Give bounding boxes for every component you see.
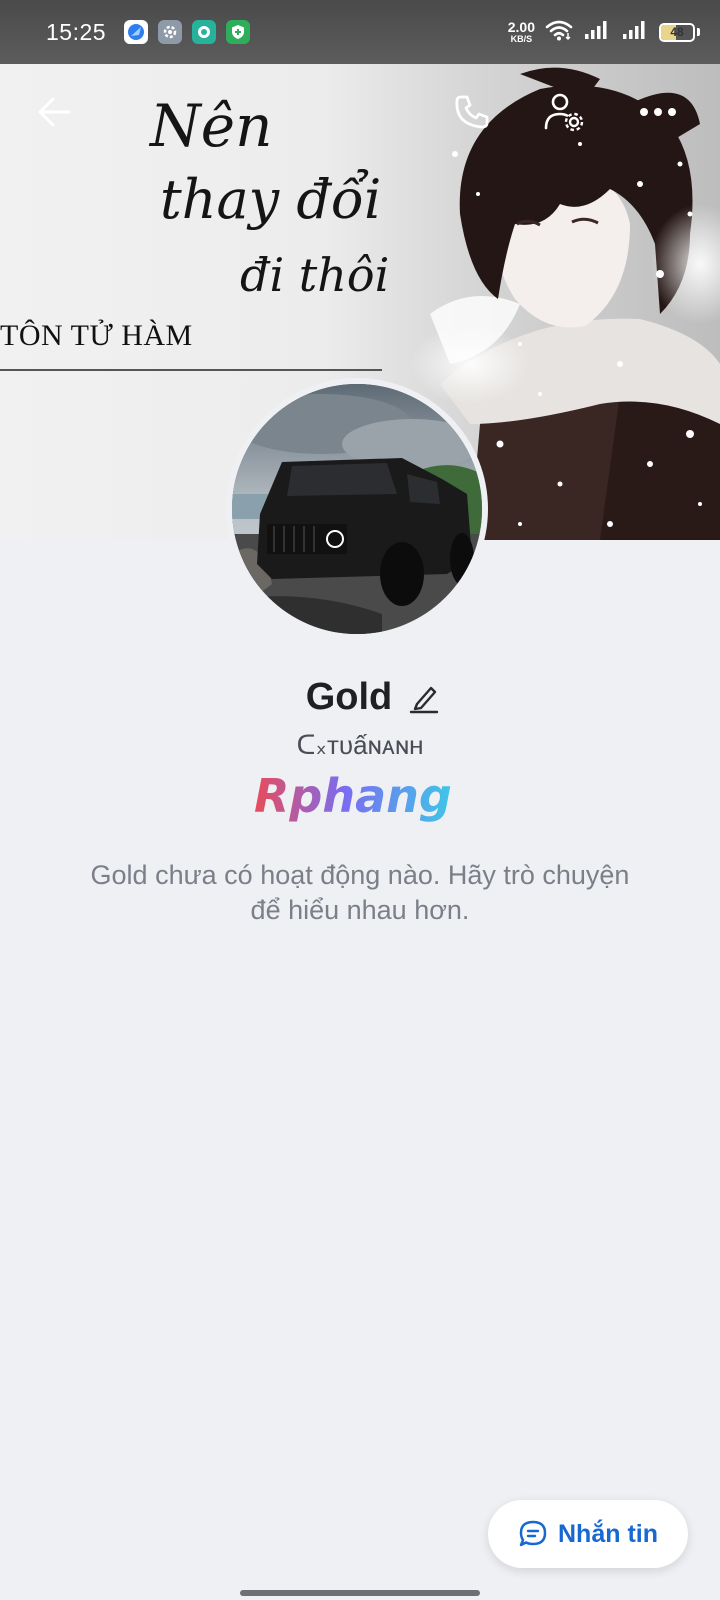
profile-settings-button[interactable] <box>536 84 592 140</box>
cover-author: TÔN TỬ HÀM <box>0 319 193 352</box>
message-button[interactable]: Nhắn tin <box>488 1500 688 1568</box>
chat-app-icon <box>192 20 217 44</box>
more-options-button[interactable] <box>630 84 686 140</box>
profile-nickname: ᑕ᙮ᴛᴜấɴᴀɴʜ <box>296 730 424 760</box>
watermark-logo: Rphang <box>254 769 452 823</box>
avatar-image <box>232 384 482 634</box>
pencil-icon <box>410 686 439 713</box>
network-speed: 2.00 KB/S <box>508 20 535 44</box>
signal-icon <box>621 19 649 46</box>
edit-name-button[interactable] <box>408 682 440 714</box>
wifi-icon <box>545 19 573 46</box>
phone-icon <box>455 95 489 129</box>
notification-icons <box>124 20 251 44</box>
profile-name-row: Gold <box>0 676 720 719</box>
chat-bubble-icon <box>519 1520 547 1547</box>
message-button-label: Nhắn tin <box>558 1519 658 1548</box>
browser-app-icon <box>124 20 149 44</box>
cover-script-line2: thay đổi <box>160 168 382 231</box>
cover-script-line1: Nên <box>150 92 273 160</box>
battery-level: 48 <box>670 25 684 39</box>
status-bar: 15:25 2.00 KB/S 48 <box>0 0 720 64</box>
security-app-icon <box>226 20 251 44</box>
call-button[interactable] <box>444 84 500 140</box>
empty-activity-message: Gold chưa có hoạt động nào. Hãy trò chuy… <box>90 860 630 925</box>
status-time: 15:25 <box>46 18 107 45</box>
cover-divider <box>0 369 382 371</box>
avatar[interactable] <box>226 378 488 640</box>
back-button[interactable] <box>26 84 82 140</box>
arrow-left-icon <box>38 97 71 127</box>
battery-icon: 48 <box>659 22 695 42</box>
settings-app-icon <box>158 20 183 44</box>
user-settings-icon <box>544 93 584 132</box>
home-indicator[interactable] <box>240 1590 480 1596</box>
more-horizontal-icon <box>640 108 676 116</box>
watermark-text: Rphang <box>254 769 452 823</box>
network-speed-unit: KB/S <box>510 34 533 44</box>
profile-name: Gold <box>305 676 393 718</box>
cover-script-line3: đi thôi <box>240 248 390 302</box>
signal-icon <box>583 19 611 46</box>
status-indicators: 2.00 KB/S 48 <box>508 19 700 46</box>
network-speed-value: 2.00 <box>507 19 535 35</box>
